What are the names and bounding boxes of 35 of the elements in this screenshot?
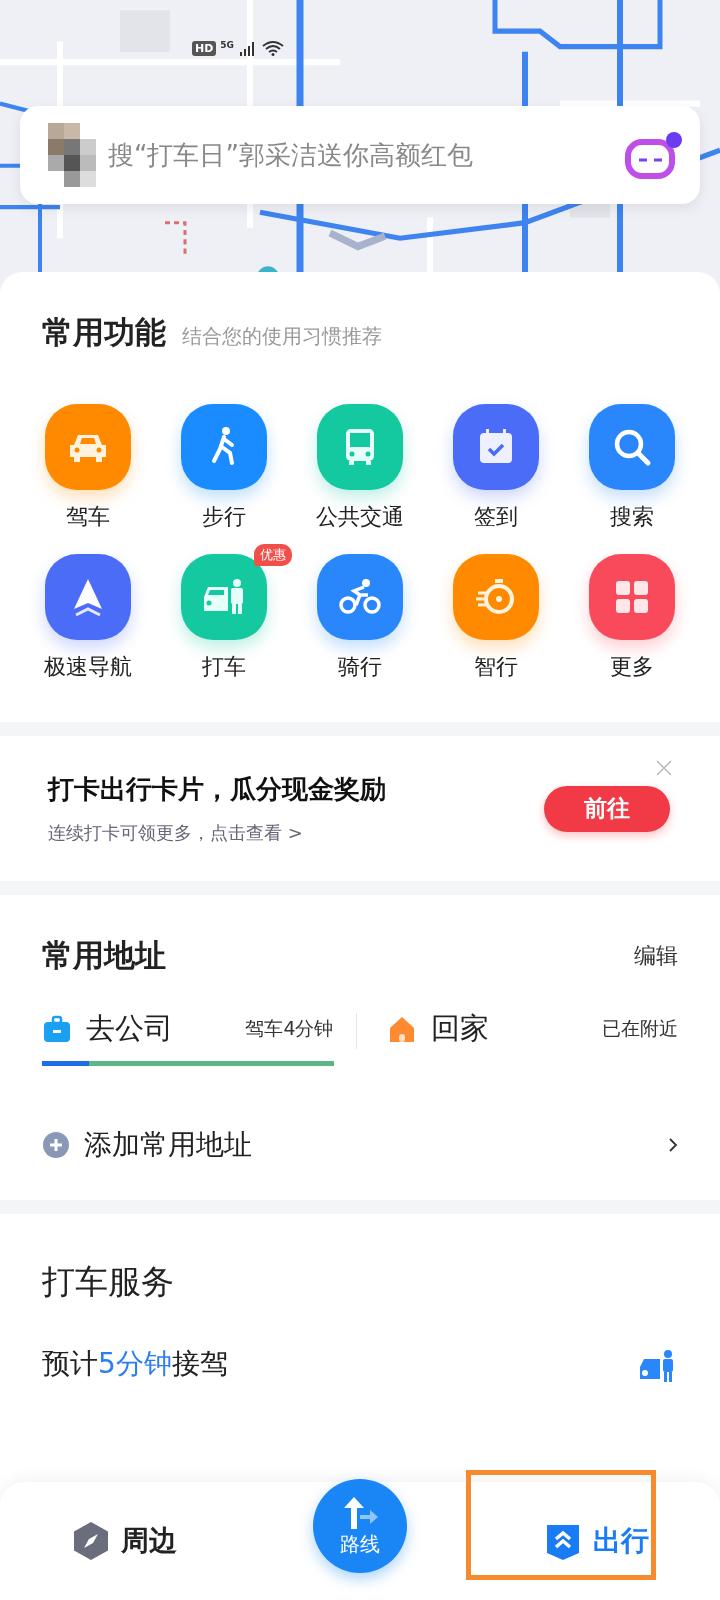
network-type: 5G [220, 40, 234, 50]
section-title: 常用地址 [42, 936, 166, 975]
address-item[interactable]: 回家 已在附近 [356, 1009, 678, 1049]
nearby-tab[interactable]: 周边 [65, 1520, 183, 1562]
feature-button[interactable]: 驾车 [20, 394, 156, 532]
avatar-icon [48, 123, 96, 187]
add-address-item[interactable]: 添加常用地址 [42, 1126, 678, 1164]
wifi-icon [262, 40, 284, 56]
promo-title: 打卡出行卡片，瓜分现金奖励 [48, 773, 387, 806]
travel-tab[interactable]: 出行 [537, 1520, 655, 1562]
pickup-estimate: 预计5分钟接驾 [42, 1346, 228, 1382]
feature-button[interactable]: 智行 [428, 544, 564, 682]
feature-button[interactable]: 步行 [156, 394, 292, 532]
feature-button[interactable]: 搜索 [564, 394, 700, 532]
edit-link[interactable]: 编辑 [634, 941, 678, 971]
address-item[interactable]: 去公司 驾车4分钟 [42, 1009, 334, 1066]
promo-link[interactable]: 连续打卡可领更多，点击查看 > [48, 821, 544, 845]
go-button[interactable]: 前往 [544, 785, 670, 832]
feature-button[interactable]: 骑行 [292, 544, 428, 682]
feature-button[interactable]: 优惠 打车 [156, 544, 292, 682]
search-field[interactable]: 搜“打车日”郭采洁送你高额红包 [20, 106, 700, 204]
feature-button[interactable]: 签到 [428, 394, 564, 532]
chevron-right-icon [668, 1137, 678, 1153]
assistant-icon[interactable] [624, 130, 684, 180]
section-title: 打车服务 [42, 1261, 175, 1303]
feature-button[interactable]: 公共交通 [292, 394, 428, 532]
route-tab[interactable]: 路线 [313, 1479, 407, 1573]
feature-button[interactable]: 极速导航 [20, 544, 156, 682]
section-subtitle: 结合您的使用习惯推荐 [182, 323, 382, 350]
feature-button[interactable]: 更多 [564, 544, 700, 682]
section-title: 常用功能 [42, 313, 166, 352]
compass-icon [71, 1521, 111, 1561]
briefcase-icon [42, 1014, 72, 1044]
plus-icon [42, 1131, 70, 1159]
discount-badge: 优惠 [254, 544, 292, 566]
